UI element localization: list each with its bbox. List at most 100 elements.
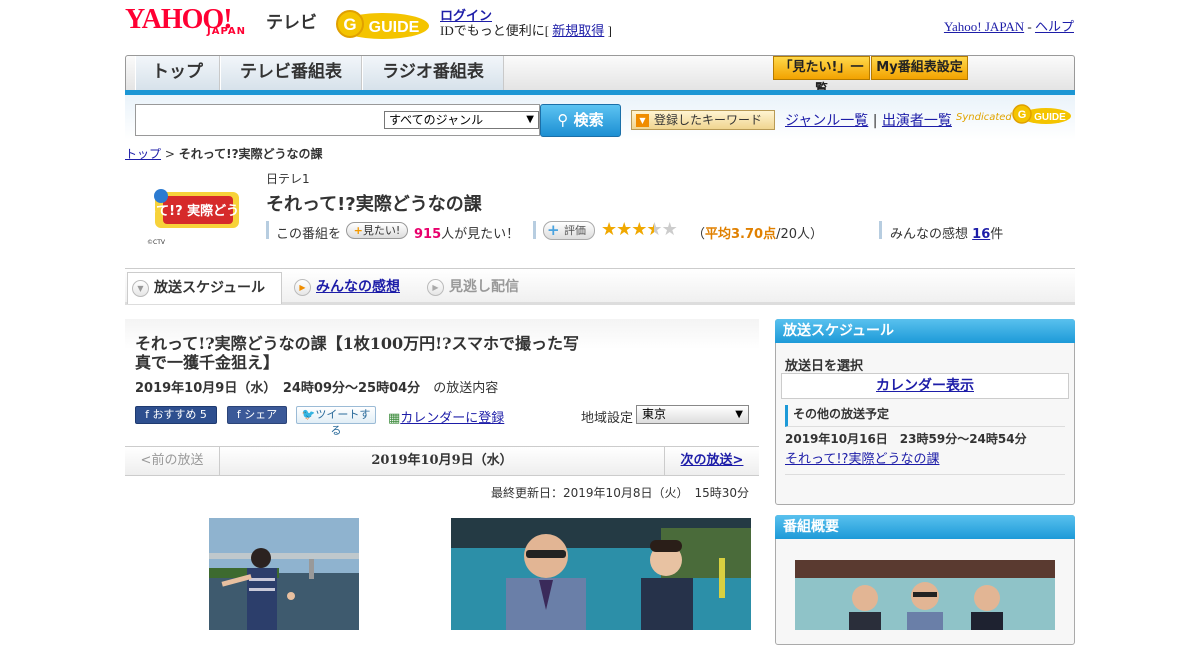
want-to-watch-button[interactable]: +見たい!: [346, 222, 408, 239]
tab-missed: ▶ 見逃し配信: [423, 272, 533, 304]
thumbnail-credit: ©CTV: [147, 239, 166, 246]
star-half-icon: ★: [646, 219, 662, 240]
reviews-count: みんなの感想 16件: [890, 223, 1003, 242]
search-button-label: 検索: [573, 111, 604, 129]
chevron-down-icon: ▼: [636, 114, 649, 127]
signup-link[interactable]: 新規取得: [552, 23, 604, 38]
last-updated: 最終更新日：2019年10月8日（火） 15時30分: [491, 486, 749, 500]
avg-prefix: （: [692, 227, 706, 242]
my-schedule-button[interactable]: My番組表設定: [871, 56, 968, 80]
twitter-bird-icon: 🐦: [301, 408, 316, 421]
plus-icon: +: [547, 221, 560, 239]
current-broadcast-date: 2019年10月9日（水）: [371, 453, 513, 468]
svg-text:G: G: [1018, 109, 1027, 121]
registered-keyword-label: 登録したキーワード: [654, 113, 763, 127]
want-count: 915人が見たい！: [414, 223, 519, 242]
breadcrumb-top-link[interactable]: トップ: [125, 147, 161, 161]
gguide-small-text: GUIDE: [1034, 112, 1066, 123]
yahoo-japan-link[interactable]: Yahoo! JAPAN: [944, 19, 1024, 34]
id-promo: IDでもっと便利に[ 新規取得 ]: [440, 20, 612, 39]
region-select[interactable]: 東京 ▼: [636, 405, 749, 424]
want-count-suffix: 人が見たい！: [441, 227, 520, 242]
broadcast-title: それって!?実際どうなの課【1枚100万円!?スマホで撮った写真で一獲千金狙え】: [135, 334, 580, 372]
want-button-label: 見たい!: [362, 224, 401, 237]
gguide-text: GUIDE: [369, 19, 420, 36]
facebook-icon: f: [145, 408, 149, 421]
gguide-logo[interactable]: G GUIDE: [334, 6, 432, 42]
sidebar-divider: [785, 474, 1065, 475]
syndicated-label: Syndicated: [956, 112, 1012, 123]
thumbnail-text: それって!? 実際どうなの課: [143, 203, 243, 219]
facebook-icon: f: [236, 408, 241, 421]
nav-tab-radio-schedule[interactable]: ラジオ番組表: [362, 56, 504, 91]
want-prefix: この番組を: [276, 227, 342, 242]
chevron-down-icon: ▼: [132, 280, 149, 297]
search-link-divider: |: [872, 113, 878, 129]
chevron-down-icon: ▼: [735, 409, 743, 420]
tab-schedule[interactable]: ▼ 放送スケジュール: [127, 272, 282, 304]
broadcast-date: 2019年10月9日（水） 24時09分～25時04分: [135, 381, 421, 396]
divider-bar: [879, 221, 882, 239]
broadcast-datetime: 2019年10月9日（水） 24時09分～25時04分 の放送内容: [135, 377, 498, 396]
calendar-icon: ▦: [388, 411, 401, 426]
facebook-recommend-button[interactable]: f おすすめ 5: [135, 406, 217, 424]
prev-broadcast: <前の放送: [125, 447, 220, 475]
reviews-prefix: みんなの感想: [890, 227, 969, 242]
calendar-register-link[interactable]: カレンダーに登録: [400, 411, 504, 426]
performer-list-link[interactable]: 出演者一覧: [882, 113, 952, 129]
program-photo-1: [209, 518, 359, 630]
genre-list-link[interactable]: ジャンル一覧: [785, 113, 868, 129]
reviews-count-link[interactable]: 16: [972, 227, 990, 242]
registered-keyword-button[interactable]: ▼ 登録したキーワード: [631, 110, 775, 130]
help-link[interactable]: ヘルプ: [1035, 19, 1074, 34]
search-icon: ⚲: [557, 111, 569, 129]
rating-stars: ★★★★★: [601, 219, 678, 240]
genre-select[interactable]: すべてのジャンル ▼: [384, 111, 539, 129]
facebook-share-button[interactable]: f シェア: [227, 406, 287, 424]
calendar-view-button[interactable]: カレンダー表示: [781, 373, 1069, 399]
tab-missed-label: 見逃し配信: [449, 279, 519, 295]
breadcrumb-separator: >: [161, 147, 179, 161]
search-button[interactable]: ⚲ 検索: [540, 104, 621, 137]
play-icon: ▶: [294, 279, 311, 296]
nav-tab-tv-schedule[interactable]: テレビ番組表: [220, 56, 362, 91]
chevron-down-icon: ▼: [526, 114, 534, 125]
nav-tab-top[interactable]: トップ: [135, 56, 220, 91]
summary-photo: [795, 560, 1055, 630]
other-schedule-date: 2019年10月16日 23時59分～24時54分: [785, 432, 1027, 446]
breadcrumb-current: それって!?実際どうなの課: [178, 147, 323, 161]
svg-text:G: G: [343, 15, 356, 34]
program-title: それって!?実際どうなの課: [266, 194, 482, 215]
divider-bar: [266, 221, 269, 239]
rate-button-label: 評価: [564, 224, 586, 237]
plus-icon: +: [353, 224, 363, 237]
select-day-label: 放送日を選択: [785, 359, 864, 374]
id-suffix: ]: [607, 23, 612, 38]
tab-reviews-label[interactable]: みんなの感想: [316, 279, 400, 295]
genre-selected: すべてのジャンル: [389, 113, 484, 127]
yahoo-logo-sub: JAPAN: [207, 26, 246, 37]
region-label: 地域設定: [581, 411, 634, 426]
star-full-icons: ★★★: [601, 219, 647, 240]
wishlist-button[interactable]: 「見たい!」一覧: [773, 56, 870, 97]
other-schedule-header: その他の放送予定: [785, 405, 1065, 427]
play-icon: ▶: [427, 279, 444, 296]
search-links: ジャンル一覧 | 出演者一覧: [785, 110, 952, 130]
top-links: Yahoo! JAPAN - ヘルプ: [944, 16, 1074, 35]
reviews-suffix: 件: [990, 227, 1004, 242]
recommend-label: おすすめ 5: [152, 408, 207, 421]
star-empty-icon: ★: [661, 219, 678, 240]
tab-schedule-label: 放送スケジュール: [154, 280, 266, 296]
other-schedule-link[interactable]: それって!?実際どうなの課: [785, 448, 939, 467]
next-broadcast-link[interactable]: 次の放送>: [664, 447, 759, 475]
tab-reviews[interactable]: ▶ みんなの感想: [290, 272, 420, 304]
rating-average: （平均3.70点/20人）: [692, 223, 823, 242]
station-name: 日テレ1: [266, 172, 310, 186]
calendar-register[interactable]: ▦カレンダーに登録: [388, 407, 504, 426]
sidebar-summary-header: 番組概要: [775, 515, 1075, 539]
divider-bar: [533, 221, 536, 239]
program-photo-2: [451, 518, 751, 630]
id-prefix: IDでもっと便利に[: [440, 23, 550, 38]
tweet-button[interactable]: 🐦ツイートする: [296, 406, 376, 437]
rate-button[interactable]: + 評価: [543, 221, 595, 240]
